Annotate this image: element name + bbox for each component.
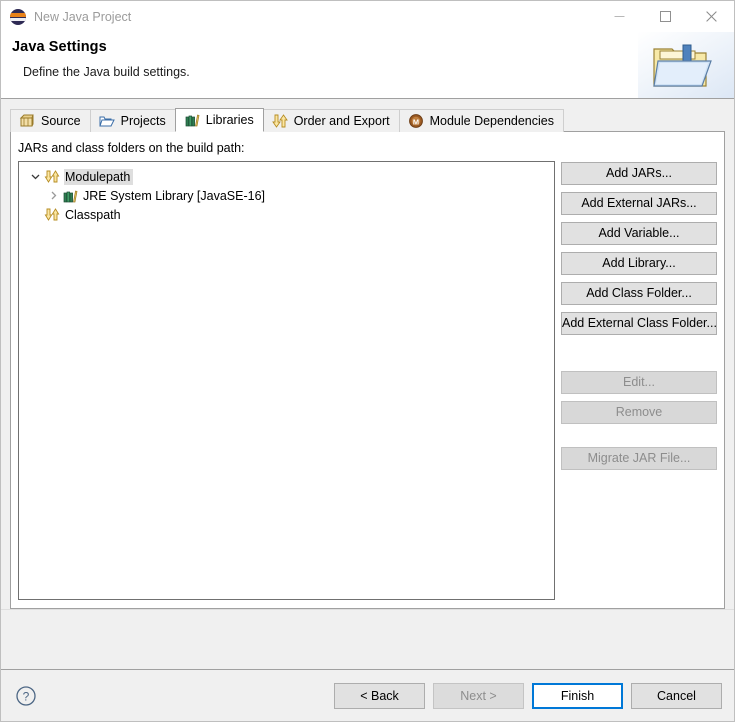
add-library-button[interactable]: Add Library... xyxy=(561,252,717,275)
tree-item-label: Modulepath xyxy=(64,168,134,185)
next-button[interactable]: Next > xyxy=(433,682,524,709)
maximize-button[interactable] xyxy=(642,1,688,32)
close-icon xyxy=(705,11,717,22)
tab-libraries[interactable]: Libraries xyxy=(174,108,264,132)
tab-label: Projects xyxy=(120,114,166,128)
tree-item-label: Classpath xyxy=(65,207,121,222)
folder-with-down-arrow-icon xyxy=(653,44,712,87)
edit-button[interactable]: Edit... xyxy=(561,371,717,394)
libraries-books-icon xyxy=(63,190,78,202)
tab-area: Source Projects Libraries Order and Expo… xyxy=(1,99,734,609)
cancel-button[interactable]: Cancel xyxy=(631,682,722,709)
add-external-jars-button[interactable]: Add External JARs... xyxy=(561,192,717,215)
tab-source[interactable]: Source xyxy=(10,109,91,132)
tree-item-label: JRE System Library [JavaSE-16] xyxy=(83,188,266,203)
libraries-tab-panel: JARs and class folders on the build path… xyxy=(10,131,725,609)
tree-item-modulepath[interactable]: Modulepath xyxy=(19,167,554,186)
panel-main: Modulepath JRE System Library [JavaSE-16… xyxy=(11,161,724,608)
finish-button[interactable]: Finish xyxy=(532,682,623,709)
build-path-tree[interactable]: Modulepath JRE System Library [JavaSE-16… xyxy=(18,161,555,600)
header-banner xyxy=(638,32,734,98)
tab-label: Order and Export xyxy=(293,114,390,128)
help-button[interactable]: ? xyxy=(13,683,39,709)
tree-twisty-placeholder xyxy=(27,205,44,224)
title-bar: New Java Project xyxy=(1,1,734,32)
minimize-icon xyxy=(614,16,624,17)
wizard-nav-buttons: < Back Next > Finish Cancel xyxy=(334,682,722,709)
close-button[interactable] xyxy=(688,1,734,32)
eclipse-icon xyxy=(10,8,26,25)
tab-label: Module Dependencies xyxy=(429,114,554,128)
add-variable-button[interactable]: Add Variable... xyxy=(561,222,717,245)
classpath-arrows-icon xyxy=(44,207,60,221)
add-jars-button[interactable]: Add JARs... xyxy=(561,162,717,185)
libraries-books-icon xyxy=(185,114,200,127)
page-title: Java Settings xyxy=(12,39,107,55)
minimize-button[interactable] xyxy=(596,1,642,32)
migrate-jar-file-button[interactable]: Migrate JAR File... xyxy=(561,447,717,470)
tab-label: Source xyxy=(41,114,81,128)
add-class-folder-button[interactable]: Add Class Folder... xyxy=(561,282,717,305)
source-package-icon xyxy=(19,114,34,127)
tree-item-jre-system-library[interactable]: JRE System Library [JavaSE-16] xyxy=(19,186,554,205)
tab-label: Libraries xyxy=(205,113,254,127)
dialog-footer: ? < Back Next > Finish Cancel xyxy=(1,669,734,721)
footer-spacer xyxy=(1,609,734,669)
chevron-right-icon[interactable] xyxy=(45,186,62,205)
page-description: Define the Java build settings. xyxy=(23,65,190,79)
back-button[interactable]: < Back xyxy=(334,682,425,709)
tab-order-and-export[interactable]: Order and Export xyxy=(262,109,400,132)
new-java-project-dialog: New Java Project Java Settings Define th… xyxy=(0,0,735,722)
build-path-label: JARs and class folders on the build path… xyxy=(18,141,245,155)
maximize-icon xyxy=(659,11,671,22)
help-question-icon: ? xyxy=(16,685,36,706)
wizard-header: Java Settings Define the Java build sett… xyxy=(1,32,734,99)
svg-text:M: M xyxy=(413,117,419,126)
add-external-class-folder-button[interactable]: Add External Class Folder... xyxy=(561,312,717,335)
build-path-actions: Add JARs... Add External JARs... Add Var… xyxy=(561,161,717,600)
order-arrows-icon xyxy=(271,114,288,128)
modulepath-arrows-icon xyxy=(44,169,60,183)
tab-strip: Source Projects Libraries Order and Expo… xyxy=(10,108,725,132)
remove-button[interactable]: Remove xyxy=(561,401,717,424)
title-bar-left: New Java Project xyxy=(1,8,132,25)
chevron-down-icon[interactable] xyxy=(27,167,44,186)
tree-item-classpath[interactable]: Classpath xyxy=(19,205,554,224)
module-m-icon: M xyxy=(408,114,423,128)
tab-projects[interactable]: Projects xyxy=(89,109,176,132)
svg-text:?: ? xyxy=(23,689,30,703)
tab-module-dependencies[interactable]: M Module Dependencies xyxy=(398,109,564,132)
window-controls xyxy=(596,1,734,32)
window-title: New Java Project xyxy=(34,9,132,24)
open-folder-icon xyxy=(98,116,115,127)
